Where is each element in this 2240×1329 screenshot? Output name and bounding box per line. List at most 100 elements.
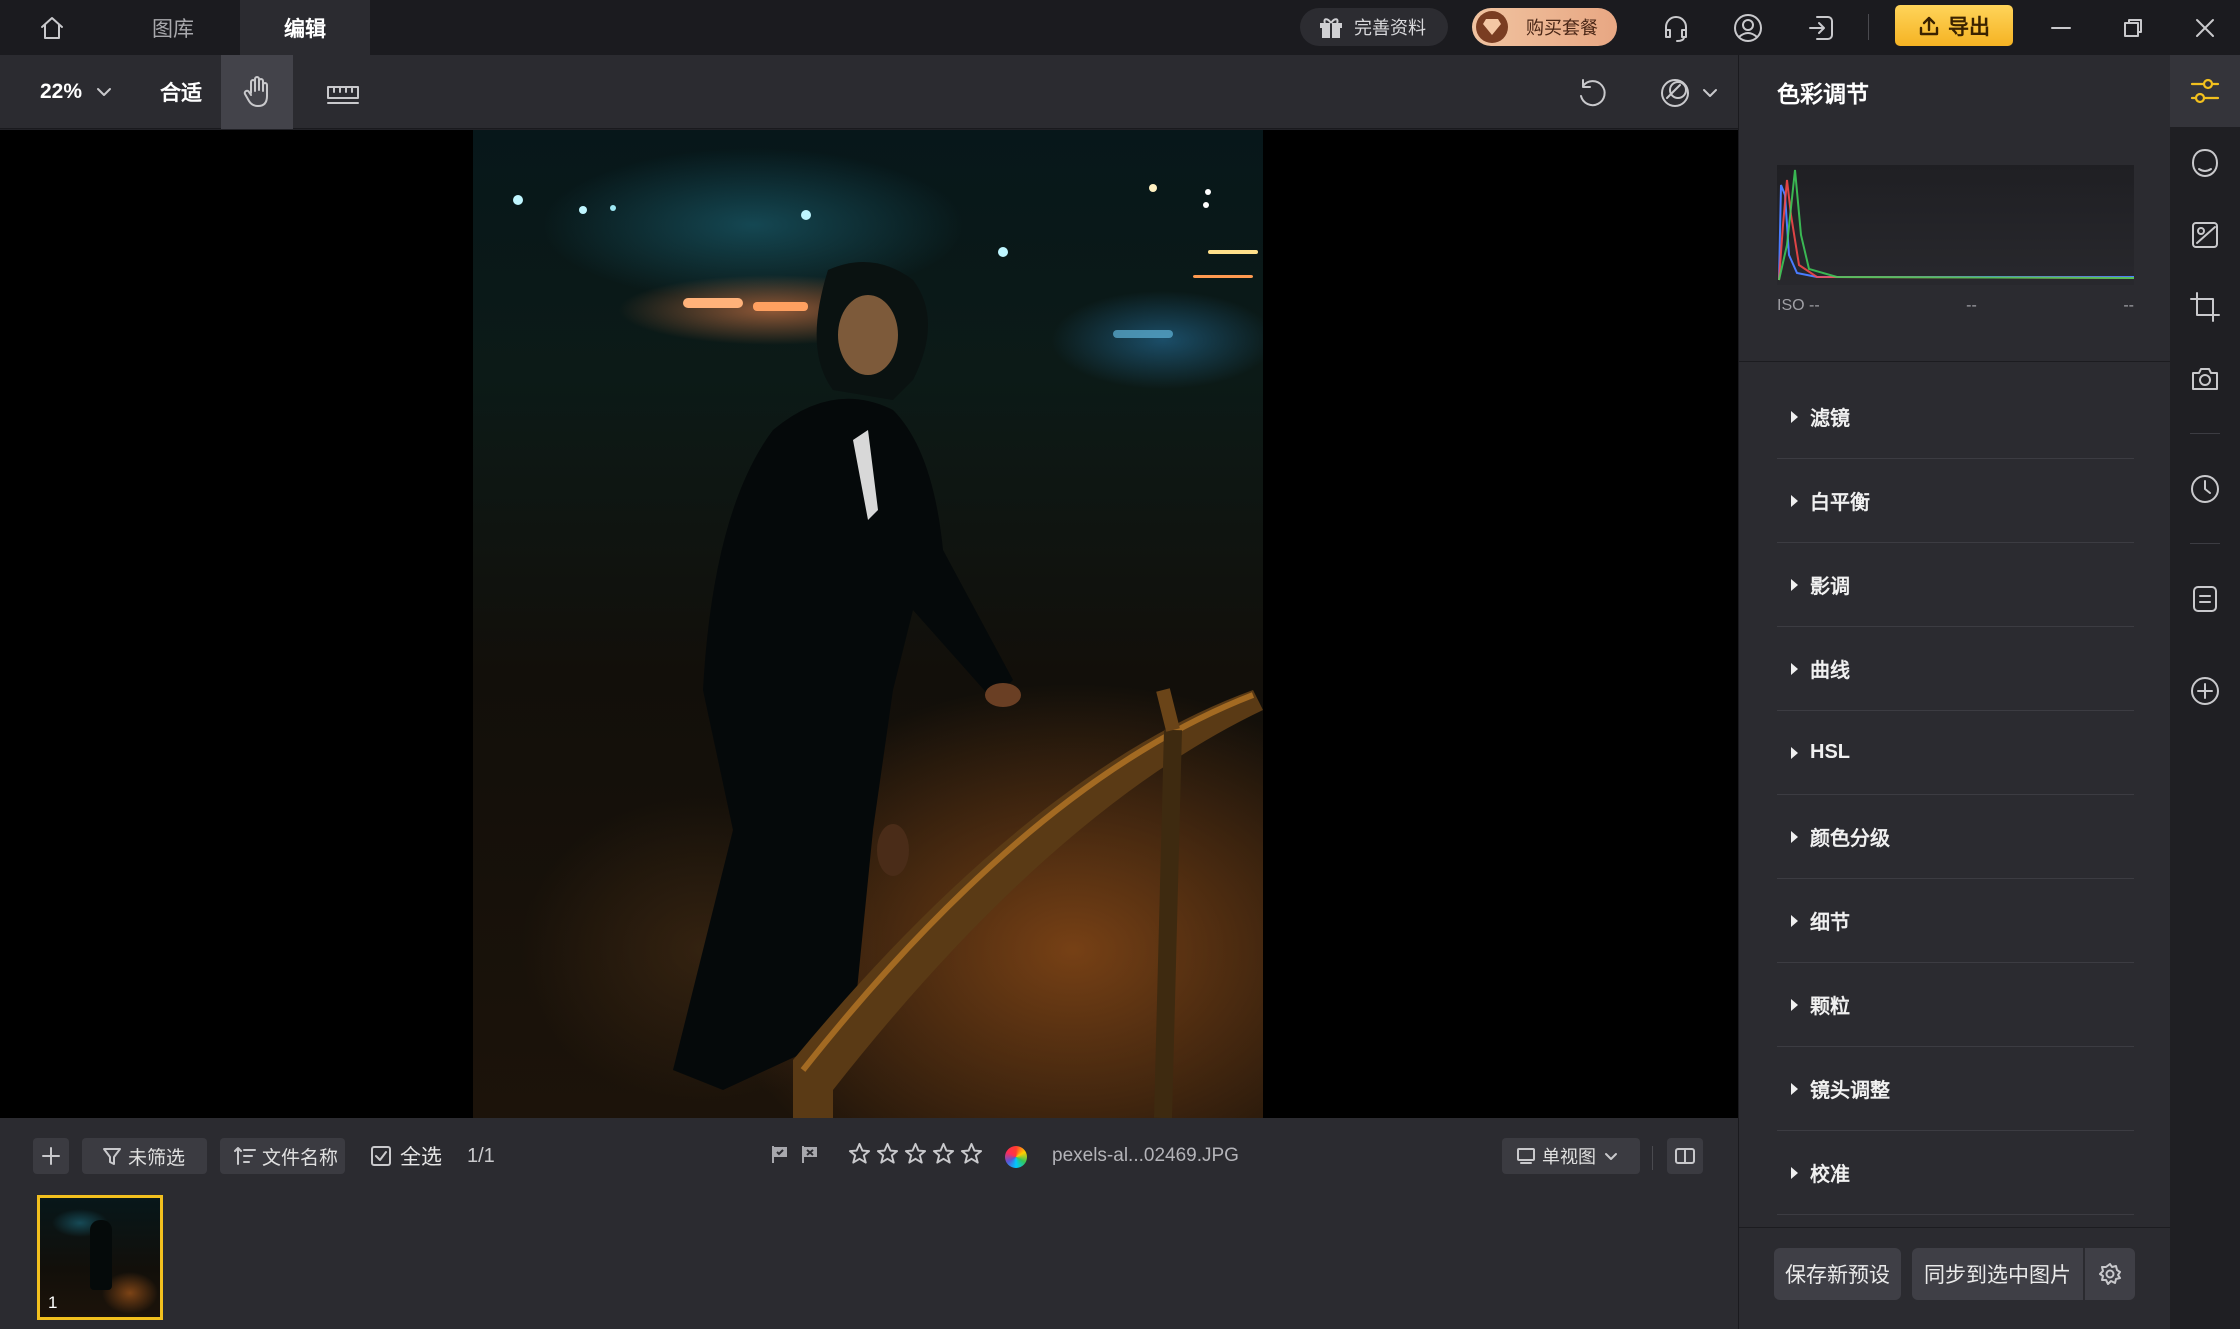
buy-plan-button[interactable]: 购买套餐: [1472, 8, 1617, 46]
reset-button[interactable]: [1572, 73, 1612, 113]
close-button[interactable]: [2187, 10, 2223, 46]
restore-button[interactable]: [2115, 10, 2151, 46]
star-rating[interactable]: [848, 1142, 983, 1165]
triangle-right-icon: [1791, 1082, 1798, 1095]
chevron-down-icon: [1605, 1152, 1617, 1160]
tab-edit[interactable]: 编辑: [240, 0, 370, 55]
account-button[interactable]: [1730, 10, 1766, 46]
complete-profile-button[interactable]: 完善资料: [1300, 8, 1448, 46]
ruler-button[interactable]: [322, 73, 364, 111]
pan-tool-button[interactable]: [221, 55, 293, 129]
mask-icon: [2192, 149, 2218, 177]
section-color-grading[interactable]: 颜色分级: [1777, 795, 2134, 879]
home-icon: [41, 17, 63, 39]
section-calibration[interactable]: 校准: [1777, 1131, 2134, 1215]
compare-icon: [1661, 79, 1689, 107]
star-icon[interactable]: [904, 1142, 927, 1165]
section-filter[interactable]: 滤镜: [1777, 375, 2134, 459]
filter-button[interactable]: 未筛选: [82, 1138, 207, 1174]
star-icon[interactable]: [960, 1142, 983, 1165]
photo-scene: [513, 184, 1263, 1118]
add-image-button[interactable]: [33, 1138, 69, 1174]
rail-add[interactable]: [2170, 655, 2240, 727]
logout-button[interactable]: [1803, 10, 1839, 46]
single-view-icon: [1517, 1148, 1535, 1164]
section-detail[interactable]: 细节: [1777, 879, 2134, 963]
headset-icon: [1665, 16, 1687, 42]
split-view-button[interactable]: [1667, 1138, 1703, 1174]
star-icon[interactable]: [876, 1142, 899, 1165]
section-label: 校准: [1810, 1164, 1850, 1186]
section-hsl[interactable]: HSL: [1777, 711, 2134, 795]
chevron-down-icon: [97, 88, 112, 96]
rail-camera[interactable]: [2170, 343, 2240, 415]
flag-pick-icon[interactable]: [770, 1144, 790, 1164]
complete-profile-label: 完善资料: [1354, 18, 1426, 38]
section-label: 曲线: [1810, 660, 1850, 682]
zoom-dropdown[interactable]: 22%: [40, 55, 112, 129]
undo-icon: [1580, 79, 1606, 107]
checkbox-icon: [371, 1146, 391, 1166]
save-preset-button[interactable]: 保存新预设: [1774, 1248, 1901, 1300]
sort-label: 文件名称: [262, 1147, 339, 1169]
diamond-icon: [1476, 11, 1508, 43]
star-icon[interactable]: [848, 1142, 871, 1165]
tool-rail: [2170, 55, 2240, 1329]
file-name: pexels-al...02469.JPG: [1052, 1145, 1239, 1166]
triangle-right-icon: [1791, 494, 1798, 507]
exit-icon: [1809, 16, 1833, 40]
sliders-icon: [2190, 78, 2220, 104]
section-lens[interactable]: 镜头调整: [1777, 1047, 2134, 1131]
user-icon: [1734, 14, 1762, 42]
crop-icon: [2190, 292, 2220, 322]
upload-icon: [1919, 16, 1939, 35]
panel-footer: 保存新预设 同步到选中图片: [1739, 1227, 2171, 1329]
home-button[interactable]: [32, 10, 72, 46]
zoom-level: 22%: [40, 80, 83, 103]
rail-mask[interactable]: [2170, 127, 2240, 199]
color-label-icon[interactable]: [1005, 1146, 1027, 1168]
chevron-down-icon: [1703, 89, 1717, 97]
adjust-section-list: 滤镜 白平衡 影调 曲线 HSL 颜色分级 细节 颗粒 镜头调整 校准: [1777, 375, 2134, 1215]
divider: [2190, 433, 2220, 434]
star-icon[interactable]: [932, 1142, 955, 1165]
thumbnail-selected[interactable]: 1: [37, 1195, 163, 1320]
notes-icon: [2193, 586, 2217, 612]
sort-button[interactable]: 文件名称: [220, 1138, 345, 1174]
history-icon: [2191, 475, 2219, 503]
gift-icon: [1320, 18, 1342, 38]
sync-settings-button[interactable]: [2085, 1248, 2135, 1300]
filter-label: 未筛选: [128, 1147, 186, 1169]
hand-icon: [243, 76, 268, 107]
app-window: 图库 编辑 完善资料 购买套餐 导出 22% 合适 未筛选 文件名称 全选 1/…: [0, 0, 2240, 1329]
section-tone[interactable]: 影调: [1777, 543, 2134, 627]
thumbnail-number: 1: [48, 1293, 58, 1312]
view-mode-dropdown[interactable]: 单视图: [1502, 1138, 1640, 1174]
rail-history[interactable]: [2170, 453, 2240, 525]
minimize-icon: [2051, 27, 2071, 29]
close-icon: [2196, 19, 2214, 37]
divider: [1652, 1146, 1653, 1170]
rail-crop[interactable]: [2170, 271, 2240, 343]
fit-button[interactable]: 合适: [160, 55, 202, 129]
sync-selected-button[interactable]: 同步到选中图片: [1912, 1248, 2083, 1300]
rail-retouch[interactable]: [2170, 199, 2240, 271]
compare-dropdown[interactable]: [1648, 73, 1728, 113]
triangle-right-icon: [1791, 410, 1798, 423]
section-white-balance[interactable]: 白平衡: [1777, 459, 2134, 543]
section-grain[interactable]: 颗粒: [1777, 963, 2134, 1047]
minimize-button[interactable]: [2043, 10, 2079, 46]
section-label: 镜头调整: [1810, 1080, 1890, 1102]
section-curves[interactable]: 曲线: [1777, 627, 2134, 711]
photo-canvas[interactable]: [0, 130, 1738, 1118]
export-button[interactable]: 导出: [1895, 5, 2013, 46]
triangle-right-icon: [1791, 1166, 1798, 1179]
rail-color-adjust[interactable]: [2170, 55, 2240, 127]
select-all-checkbox[interactable]: 全选: [370, 1138, 442, 1174]
rail-notes[interactable]: [2170, 563, 2240, 635]
flag-reject-icon[interactable]: [800, 1144, 820, 1164]
image-edit-icon: [2192, 222, 2218, 248]
divider: [1739, 361, 2171, 362]
tab-library[interactable]: 图库: [108, 0, 238, 55]
support-button[interactable]: [1658, 10, 1694, 46]
